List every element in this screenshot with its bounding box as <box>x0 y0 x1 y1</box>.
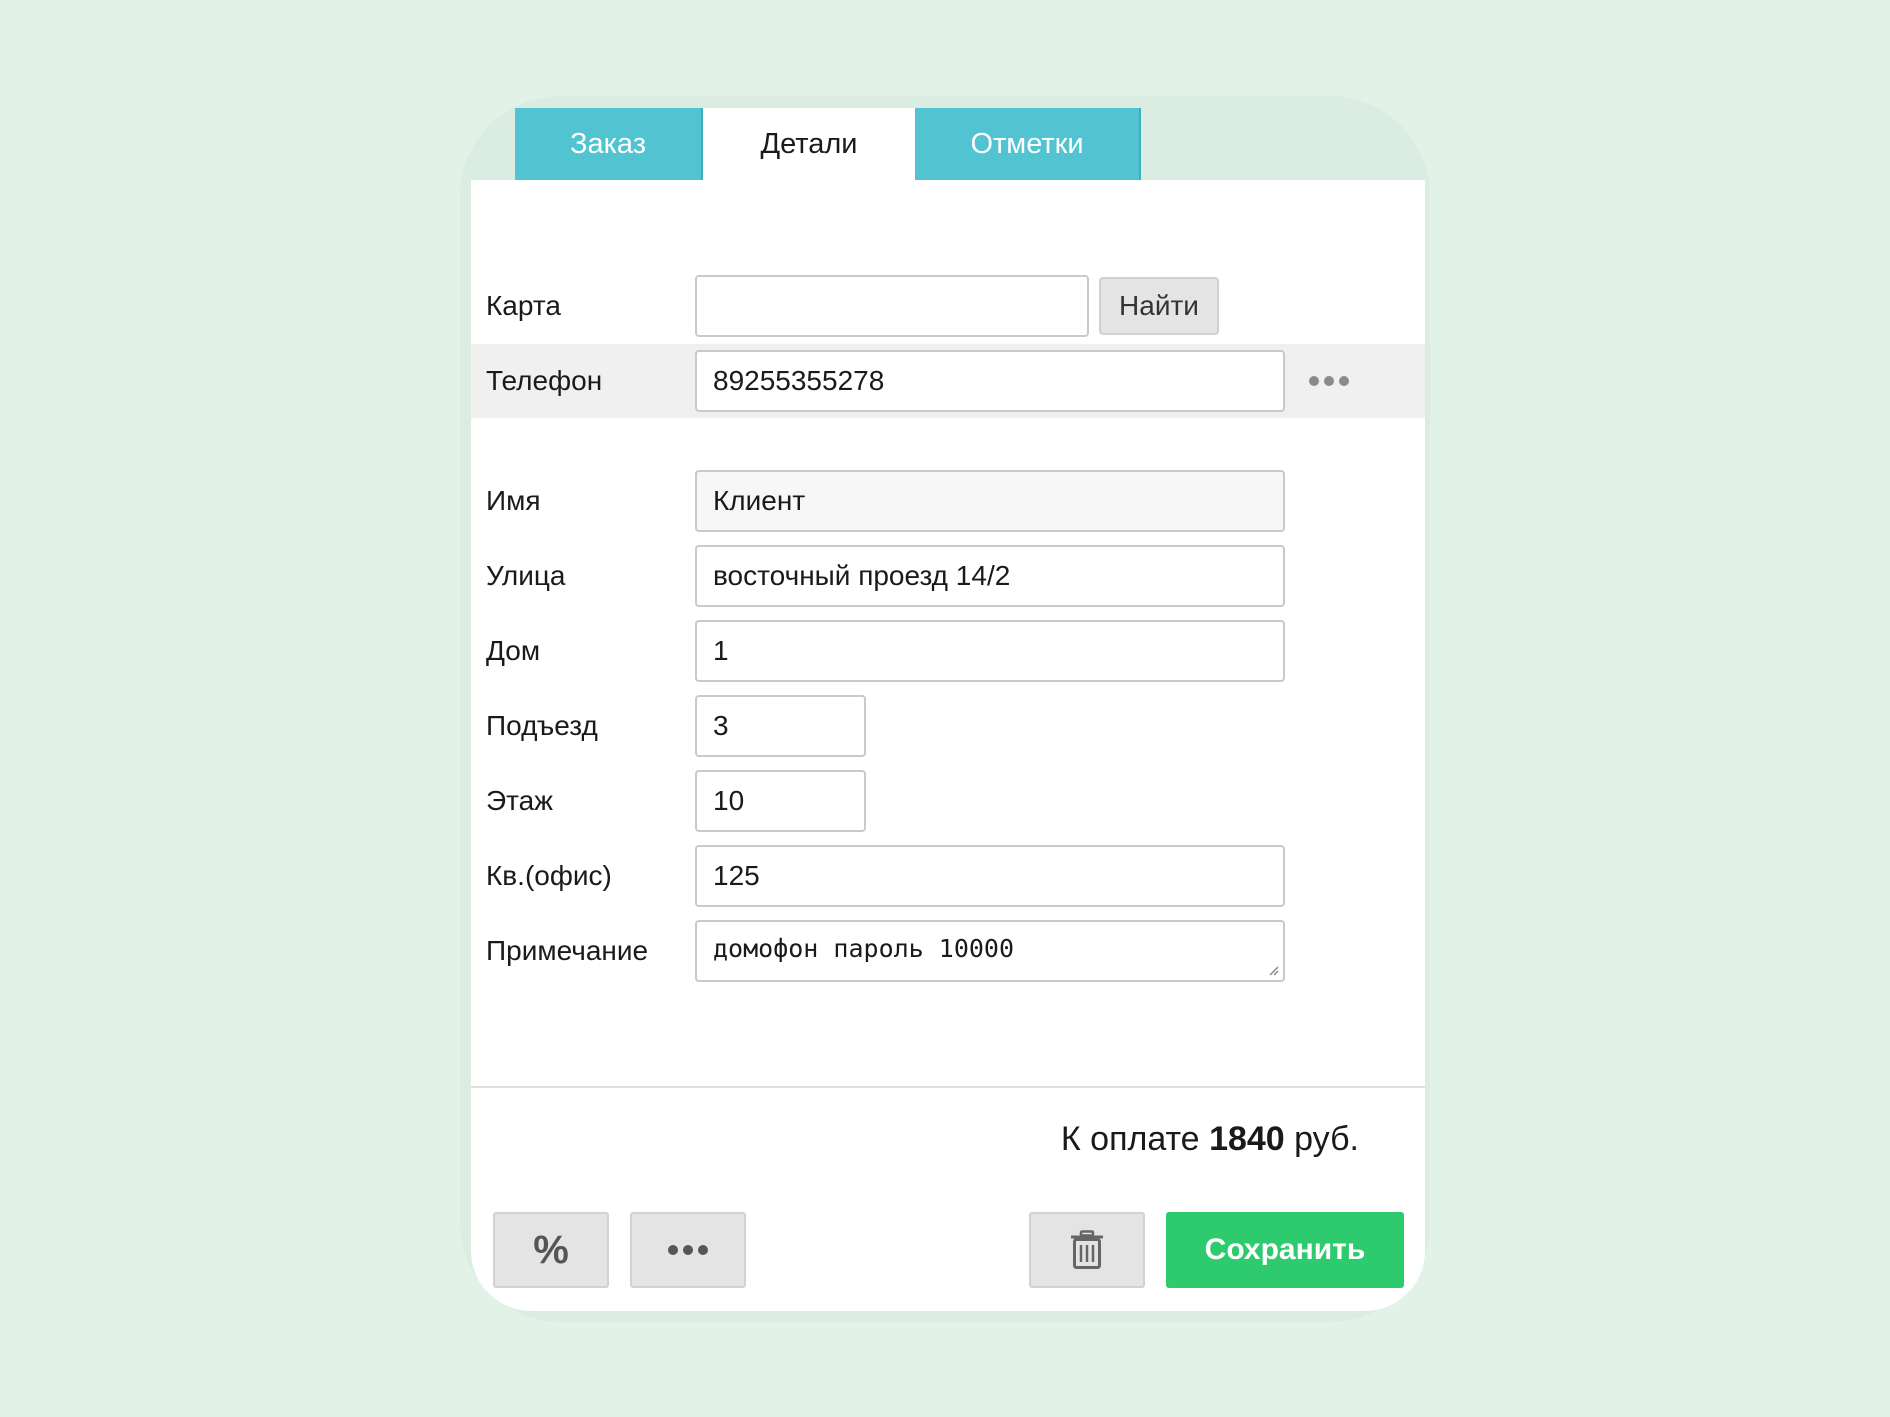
street-row: Улица восточный проезд 14/2 <box>471 539 1425 613</box>
entrance-label: Подъезд <box>486 710 598 741</box>
divider <box>471 1086 1425 1088</box>
card-row: Карта Найти <box>471 269 1425 343</box>
entrance-row: Подъезд 3 <box>471 689 1425 763</box>
house-label: Дом <box>486 635 541 666</box>
phone-more-icon[interactable] <box>1305 366 1353 396</box>
total-currency: руб. <box>1294 1120 1359 1158</box>
card-label: Карта <box>486 290 561 321</box>
save-button[interactable]: Сохранить <box>1166 1212 1404 1288</box>
percent-icon: % <box>533 1227 569 1272</box>
total-prefix: К оплате <box>1060 1120 1200 1158</box>
phone-label: Телефон <box>486 365 603 396</box>
delete-button[interactable] <box>1029 1212 1145 1288</box>
more-button[interactable] <box>630 1212 746 1288</box>
name-row: Имя Клиент <box>471 464 1425 538</box>
house-input[interactable]: 1 <box>695 620 1285 682</box>
entrance-input[interactable]: 3 <box>695 695 866 757</box>
apartment-row: Кв.(офис) 125 <box>471 839 1425 913</box>
tab-details[interactable]: Детали <box>703 108 915 180</box>
find-button[interactable]: Найти <box>1099 277 1219 335</box>
tab-bar: Заказ Детали Отметки <box>515 108 1141 180</box>
note-row: Примечание домофон пароль 10000 <box>471 914 1425 988</box>
note-text: домофон пароль 10000 <box>713 934 1015 963</box>
apartment-label: Кв.(офис) <box>486 860 612 891</box>
note-label: Примечание <box>486 935 649 966</box>
card-input[interactable] <box>695 275 1089 337</box>
total-amount: 1840 <box>1209 1120 1285 1158</box>
name-input[interactable]: Клиент <box>695 470 1285 532</box>
details-panel: Карта Найти Телефон 89255355278 Имя Клие… <box>471 180 1425 1311</box>
tab-order[interactable]: Заказ <box>515 108 703 180</box>
note-textarea[interactable]: домофон пароль 10000 <box>695 920 1285 982</box>
house-row: Дом 1 <box>471 614 1425 688</box>
phone-input[interactable]: 89255355278 <box>695 350 1285 412</box>
floor-label: Этаж <box>486 785 553 816</box>
resize-handle-icon[interactable] <box>1267 964 1279 976</box>
apartment-input[interactable]: 125 <box>695 845 1285 907</box>
total-to-pay: К оплате 1840 руб. <box>1061 1120 1359 1159</box>
discount-button[interactable]: % <box>493 1212 609 1288</box>
street-label: Улица <box>486 560 566 591</box>
trash-icon <box>1071 1230 1103 1269</box>
street-input[interactable]: восточный проезд 14/2 <box>695 545 1285 607</box>
phone-row: Телефон 89255355278 <box>471 344 1425 418</box>
floor-row: Этаж 10 <box>471 764 1425 838</box>
floor-input[interactable]: 10 <box>695 770 866 832</box>
tab-notes[interactable]: Отметки <box>915 108 1141 180</box>
more-icon <box>668 1245 708 1255</box>
name-label: Имя <box>486 485 541 516</box>
